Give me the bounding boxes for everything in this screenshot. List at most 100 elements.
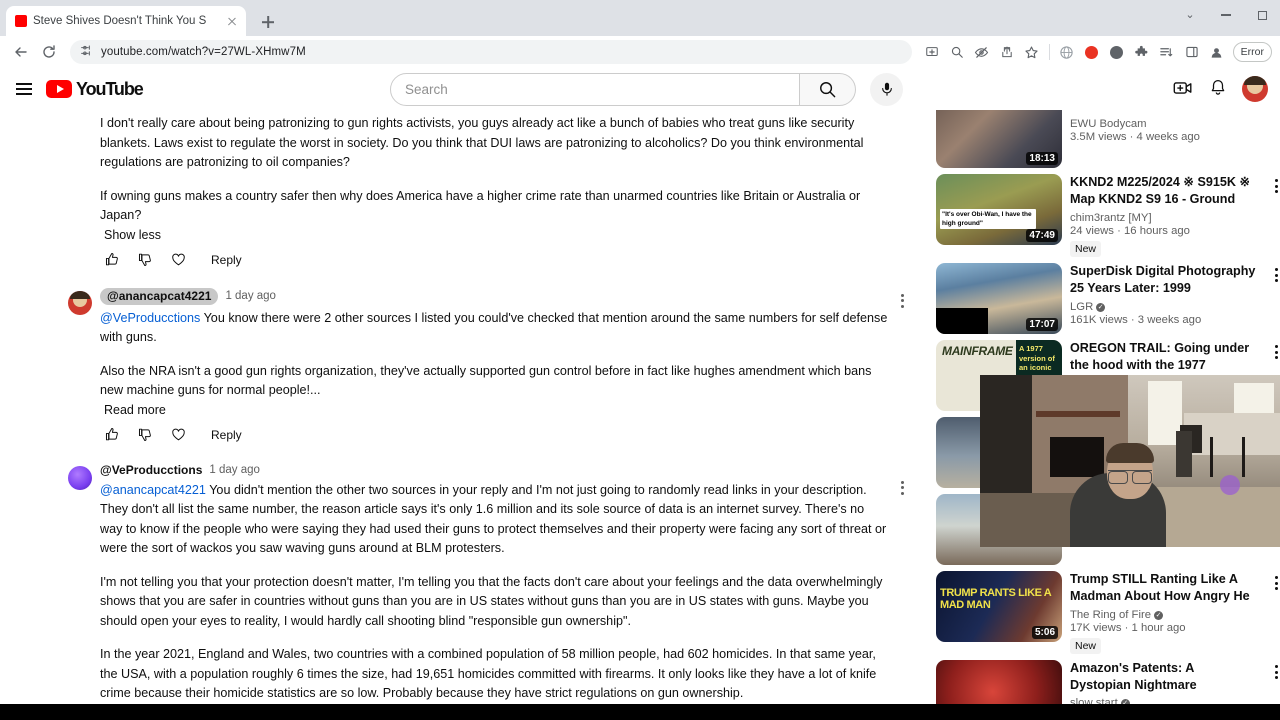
video-title[interactable]: SuperDisk Digital Photography 25 Years L…	[1070, 263, 1258, 297]
video-thumbnail[interactable]: 17:07	[936, 263, 1062, 334]
video-stats: 17K views · 1 hour ago	[1070, 622, 1186, 634]
extension-globe-icon[interactable]	[1055, 40, 1079, 64]
address-bar[interactable]: youtube.com/watch?v=27WL-XHmw7M	[70, 40, 912, 64]
channel-name: The Ring of Fire	[1070, 609, 1151, 621]
thumbs-up-icon[interactable]	[104, 251, 121, 268]
url-text: youtube.com/watch?v=27WL-XHmw7M	[101, 46, 306, 58]
new-badge: New	[1070, 638, 1102, 654]
heart-icon[interactable]	[170, 426, 187, 443]
comment-options-icon[interactable]	[901, 480, 904, 495]
search-button[interactable]	[800, 72, 856, 106]
video-stats: 161K views · 3 weeks ago	[1070, 314, 1202, 326]
eye-off-icon[interactable]	[970, 40, 994, 64]
recommendation-item[interactable]: TRUMP RANTS LIKE A MAD MAN 5:06 Trump ST…	[930, 568, 1280, 657]
thumbnail-caption: "It's over Obi-Wan, I have the high grou…	[940, 209, 1036, 229]
video-title[interactable]: KKND2 M225/2024 ※ S915K ※ Map KKND2 S9 1…	[1070, 174, 1258, 208]
profile-icon[interactable]	[1205, 40, 1229, 64]
verified-icon: ✓	[1154, 610, 1163, 620]
thumbs-down-icon[interactable]	[137, 426, 154, 443]
video-duration: 5:06	[1031, 626, 1058, 639]
video-title[interactable]: Trump STILL Ranting Like A Madman About …	[1070, 571, 1258, 605]
site-settings-icon[interactable]	[80, 44, 93, 60]
extension-red-icon[interactable]	[1080, 40, 1104, 64]
video-duration: 18:13	[1026, 152, 1058, 165]
recommendation-item[interactable]: 17:07 SuperDisk Digital Photography 25 Y…	[930, 260, 1280, 337]
video-thumbnail[interactable]: TRUMP RANTS LIKE A MAD MAN 5:06	[936, 571, 1062, 642]
tab-title: Steve Shives Doesn't Think You S	[33, 15, 207, 27]
video-channel[interactable]: chim3rantz [MY]	[1070, 212, 1258, 224]
back-arrow-icon[interactable]	[8, 39, 34, 65]
window-controls: ⌄	[1172, 0, 1280, 30]
reply-button[interactable]: Reply	[211, 253, 242, 267]
comment-text: You didn't mention the other two sources…	[100, 482, 887, 556]
header-actions	[1172, 76, 1268, 102]
read-more-toggle[interactable]: Read more	[104, 403, 890, 417]
extension-dark-icon[interactable]	[1105, 40, 1129, 64]
avatar[interactable]	[68, 290, 92, 315]
video-title[interactable]: Arrest of Chris Chan	[1070, 110, 1258, 114]
cast-icon[interactable]	[920, 40, 944, 64]
reload-icon[interactable]	[36, 39, 62, 65]
browser-toolbar: youtube.com/watch?v=27WL-XHmw7M Error	[0, 36, 1280, 68]
voice-search-button[interactable]	[870, 72, 903, 106]
comment-paragraph: @anancapcat4221 You didn't mention the o…	[100, 481, 890, 559]
video-duration: 47:49	[1026, 229, 1058, 242]
puzzle-icon[interactable]	[1130, 40, 1154, 64]
video-options-icon[interactable]	[1275, 345, 1278, 359]
mention-link[interactable]: @anancapcat4221	[100, 483, 206, 497]
comment-actions: Reply	[104, 250, 890, 270]
minimize-icon[interactable]	[1208, 1, 1244, 29]
thumbs-down-icon[interactable]	[137, 251, 154, 268]
comment-options-icon[interactable]	[901, 293, 904, 308]
close-icon[interactable]	[224, 13, 240, 29]
show-less-toggle[interactable]: Show less	[104, 228, 890, 242]
mention-link[interactable]: @VeProducctions	[100, 311, 200, 325]
video-title[interactable]: Amazon's Patents: A Dystopian Nightmare	[1070, 660, 1258, 693]
reading-list-icon[interactable]	[1155, 40, 1179, 64]
reply-button[interactable]: Reply	[211, 428, 242, 442]
side-panel-icon[interactable]	[1180, 40, 1204, 64]
webcam-overlay[interactable]	[980, 375, 1280, 547]
maximize-icon[interactable]	[1244, 1, 1280, 29]
video-thumbnail[interactable]: 18:13	[936, 110, 1062, 168]
share-icon[interactable]	[995, 40, 1019, 64]
video-channel[interactable]: LGR ✓	[1070, 301, 1258, 313]
video-options-icon[interactable]	[1275, 665, 1278, 679]
bell-icon[interactable]	[1208, 78, 1228, 101]
browser-chrome: Steve Shives Doesn't Think You S ⌄ youtu…	[0, 0, 1280, 68]
video-options-icon[interactable]	[1275, 576, 1278, 590]
comment-author[interactable]: @VeProducctions	[100, 463, 202, 477]
video-channel[interactable]: The Ring of Fire ✓	[1070, 609, 1258, 621]
avatar[interactable]	[68, 465, 92, 490]
channel-name: LGR	[1070, 301, 1094, 313]
new-tab-button[interactable]	[254, 8, 282, 36]
comment-author[interactable]: @anancapcat4221	[100, 287, 219, 305]
video-channel[interactable]: EWU Bodycam	[1070, 118, 1258, 130]
recommendation-item[interactable]: "It's over Obi-Wan, I have the high grou…	[930, 171, 1280, 260]
comment-header: @VeProducctions 1 day ago	[100, 463, 890, 477]
browser-tab[interactable]: Steve Shives Doesn't Think You S	[6, 6, 246, 36]
comment-paragraph: I don't really care about being patroniz…	[100, 116, 864, 169]
zoom-icon[interactable]	[945, 40, 969, 64]
create-video-icon[interactable]	[1172, 77, 1194, 102]
youtube-logo[interactable]: YouTube	[46, 79, 144, 100]
account-avatar[interactable]	[1242, 76, 1268, 102]
video-options-icon[interactable]	[1275, 179, 1278, 193]
bookmark-star-icon[interactable]	[1020, 40, 1044, 64]
chevron-down-icon[interactable]: ⌄	[1172, 1, 1208, 29]
hamburger-menu-icon[interactable]	[10, 75, 38, 103]
video-options-icon[interactable]	[1275, 268, 1278, 282]
video-title[interactable]: OREGON TRAIL: Going under the hood with …	[1070, 340, 1258, 374]
thumbnail-caption: MAINFRAME	[942, 344, 1013, 358]
thumbs-up-icon[interactable]	[104, 426, 121, 443]
search-input[interactable]: Search	[390, 72, 800, 106]
error-badge[interactable]: Error	[1232, 42, 1272, 62]
video-thumbnail[interactable]: "It's over Obi-Wan, I have the high grou…	[936, 174, 1062, 245]
toolbar-icons: Error	[920, 40, 1272, 64]
new-badge: New	[1070, 241, 1102, 257]
recommendation-item[interactable]: 18:13 Arrest of Chris Chan EWU Bodycam 3…	[930, 110, 1280, 171]
comment-item: @anancapcat4221 1 day ago @VeProducction…	[60, 287, 930, 445]
heart-icon[interactable]	[170, 251, 187, 268]
youtube-header: YouTube Search	[0, 68, 1280, 110]
comment-header: @anancapcat4221 1 day ago	[100, 287, 890, 305]
